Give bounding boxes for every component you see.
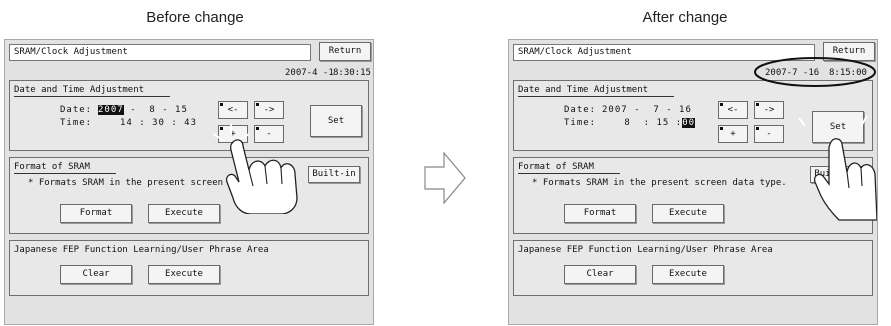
date-value: 2007 - 8 - 15 bbox=[98, 105, 188, 115]
return-button[interactable]: Return bbox=[319, 42, 371, 61]
clear-button[interactable]: Clear bbox=[564, 265, 636, 284]
cursor-left-button[interactable]: <- bbox=[718, 101, 748, 119]
format-button[interactable]: Format bbox=[564, 204, 636, 223]
group-title: Japanese FEP Function Learning/User Phra… bbox=[518, 245, 773, 255]
builtin-button[interactable]: Built-in bbox=[308, 166, 360, 183]
right-arrow-icon bbox=[424, 152, 466, 204]
minus-button[interactable]: - bbox=[754, 125, 784, 143]
time-label: Time: bbox=[60, 118, 93, 128]
year-highlight[interactable]: 2007 bbox=[98, 105, 124, 115]
group-title: Date and Time Adjustment bbox=[518, 85, 675, 97]
after-caption: After change bbox=[642, 9, 728, 26]
after-screen: SRAM/Clock Adjustment Return 2007-7 -16 … bbox=[508, 39, 878, 325]
date-label: Date: bbox=[60, 105, 93, 115]
group-title: Format of SRAM bbox=[14, 162, 116, 174]
date-rest: - 8 - 15 bbox=[123, 105, 188, 115]
clock-date: 2007-4 -1 bbox=[285, 68, 334, 78]
date-value: 2007 - 7 - 16 bbox=[602, 105, 692, 115]
datetime-group: Date and Time Adjustment Date: 2007 - 8 … bbox=[9, 80, 369, 151]
execute-button[interactable]: Execute bbox=[652, 265, 724, 284]
execute-button[interactable]: Execute bbox=[148, 265, 220, 284]
cursor-right-button[interactable]: -> bbox=[754, 101, 784, 119]
pointing-hand-icon bbox=[212, 124, 298, 214]
window-title: SRAM/Clock Adjustment bbox=[9, 44, 311, 61]
seconds-highlight[interactable]: 00 bbox=[682, 118, 696, 128]
group-title: Format of SRAM bbox=[518, 162, 620, 174]
plus-button[interactable]: + bbox=[718, 125, 748, 143]
execute-button[interactable]: Execute bbox=[652, 204, 724, 223]
sram-description: * Formats SRAM in the present screen dat… bbox=[532, 178, 787, 188]
format-button[interactable]: Format bbox=[60, 204, 132, 223]
cursor-right-button[interactable]: -> bbox=[254, 101, 284, 119]
group-title: Japanese FEP Function Learning/User Phra… bbox=[14, 245, 269, 255]
time-value: 8 : 15 :00 bbox=[618, 118, 696, 128]
sram-group: Format of SRAM * Formats SRAM in the pre… bbox=[9, 157, 369, 234]
clear-button[interactable]: Clear bbox=[60, 265, 132, 284]
set-button[interactable]: Set bbox=[310, 105, 362, 137]
highlight-ellipse-icon bbox=[754, 57, 876, 87]
clock-time: 8:30:15 bbox=[333, 68, 371, 78]
group-title: Date and Time Adjustment bbox=[14, 85, 171, 97]
before-caption: Before change bbox=[146, 9, 244, 26]
before-screen: SRAM/Clock Adjustment Return 2007-4 -1 8… bbox=[4, 39, 374, 325]
fep-group: Japanese FEP Function Learning/User Phra… bbox=[9, 240, 369, 296]
pointing-hand-icon bbox=[798, 115, 877, 221]
time-rest: 8 : 15 : bbox=[618, 118, 683, 128]
time-label: Time: bbox=[564, 118, 597, 128]
time-value: 14 : 30 : 43 bbox=[120, 118, 198, 128]
date-label: Date: bbox=[564, 105, 597, 115]
fep-group: Japanese FEP Function Learning/User Phra… bbox=[513, 240, 873, 296]
cursor-left-button[interactable]: <- bbox=[218, 101, 248, 119]
